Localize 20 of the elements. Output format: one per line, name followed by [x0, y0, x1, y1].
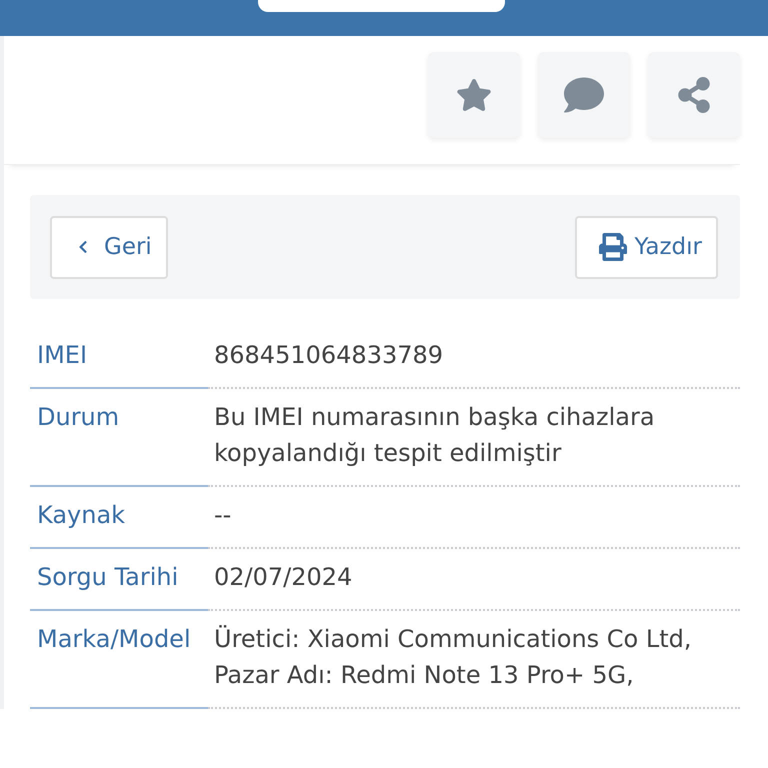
share-button[interactable]	[648, 52, 740, 138]
star-icon	[456, 77, 492, 113]
field-label: Sorgu Tarihi	[30, 549, 208, 611]
field-value: --	[208, 487, 740, 549]
field-value: 868451064833789	[208, 327, 740, 389]
header-field[interactable]	[258, 0, 504, 12]
field-label: Kaynak	[30, 487, 208, 549]
field-label: Durum	[30, 389, 208, 487]
field-label: Marka/Model	[30, 611, 208, 709]
field-value: Üretici: Xiaomi Communications Co Ltd, Pazar Adı: Redmi Note 13 Pro+ 5G,	[208, 611, 740, 709]
field-value: 02/07/2024	[208, 549, 740, 611]
field-value: Bu IMEI numarasının başka cihazlara kopyalandığı tespit edilmiştir	[208, 389, 740, 487]
print-button[interactable]: Yazdır	[574, 216, 718, 278]
speech-bubble-icon	[564, 75, 604, 115]
share-icon	[676, 77, 712, 113]
field-label: IMEI	[30, 327, 208, 389]
star-button[interactable]	[428, 52, 520, 138]
back-button[interactable]: Geri	[50, 216, 168, 278]
printer-icon	[598, 233, 626, 261]
comment-button[interactable]	[538, 52, 630, 138]
